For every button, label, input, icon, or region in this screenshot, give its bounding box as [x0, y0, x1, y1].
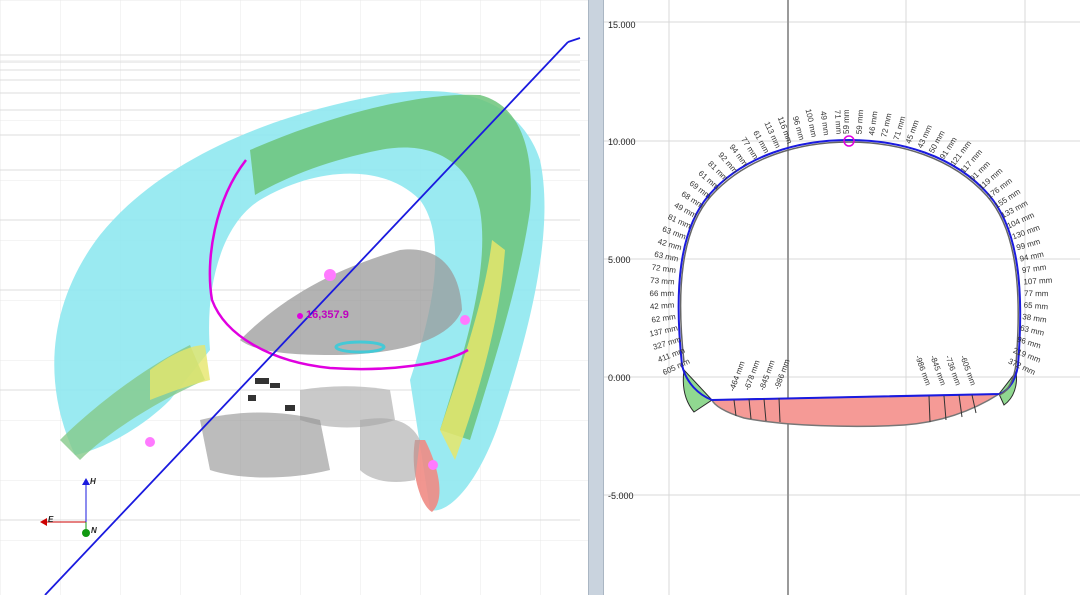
- cross-section-view[interactable]: 15.000 10.000 5.000 0.000 -5.000 -464 mm…: [604, 0, 1080, 595]
- crown-label: 38 mm: [1022, 312, 1048, 325]
- crown-label: 73 mm: [650, 276, 675, 287]
- axis-height-label: H: [90, 477, 96, 486]
- axis-east-label: E: [48, 515, 54, 524]
- y-tick-5: 5.000: [608, 255, 631, 265]
- y-tick-15: 15.000: [608, 20, 636, 30]
- axis-north-label: N: [91, 526, 97, 535]
- panel-splitter[interactable]: [588, 0, 604, 595]
- crown-label: 72 mm: [651, 263, 677, 275]
- 3d-scene[interactable]: 16,357.9 E H N: [0, 0, 588, 595]
- axis-north-dot-icon: [82, 529, 90, 537]
- invert-labels-right: -986 mm -845 mm -736 mm -605 mm: [913, 354, 977, 387]
- section-grid: [604, 0, 1080, 595]
- y-tick-10: 10.000: [608, 137, 636, 147]
- 3d-viewport[interactable]: 16,357.9 E H N: [0, 0, 588, 595]
- station-label: 16,357.9: [306, 309, 349, 321]
- invert-labels-left: -464 mm -678 mm -845 mm -986 mm: [727, 358, 791, 393]
- crown-label: 59 mm: [855, 109, 866, 134]
- crown-label: 65 mm: [1023, 301, 1048, 312]
- crown-label: 72 mm: [879, 112, 893, 138]
- crown-label: 62 mm: [651, 312, 677, 325]
- crown-label: 63 mm: [653, 250, 679, 264]
- station-marker[interactable]: [297, 313, 303, 319]
- crown-label: 49 mm: [819, 110, 831, 136]
- crown-labels: 605 mm411 mm327 mm137 mm62 mm42 mm66 mm7…: [649, 108, 1053, 377]
- y-tick-0: 0.000: [608, 373, 631, 383]
- crown-label: 107 mm: [1023, 276, 1053, 287]
- crown-label: 42 mm: [650, 300, 675, 311]
- crown-label: 66 mm: [649, 289, 674, 298]
- crown-label: 94 mm: [1019, 250, 1045, 264]
- crown-label: 77 mm: [1024, 289, 1049, 298]
- crown-label: 46 mm: [867, 110, 879, 136]
- y-tick-minus5: -5.000: [608, 491, 634, 501]
- cross-section-canvas[interactable]: 15.000 10.000 5.000 0.000 -5.000 -464 mm…: [604, 0, 1080, 595]
- crown-label: 59 mm: [842, 109, 851, 134]
